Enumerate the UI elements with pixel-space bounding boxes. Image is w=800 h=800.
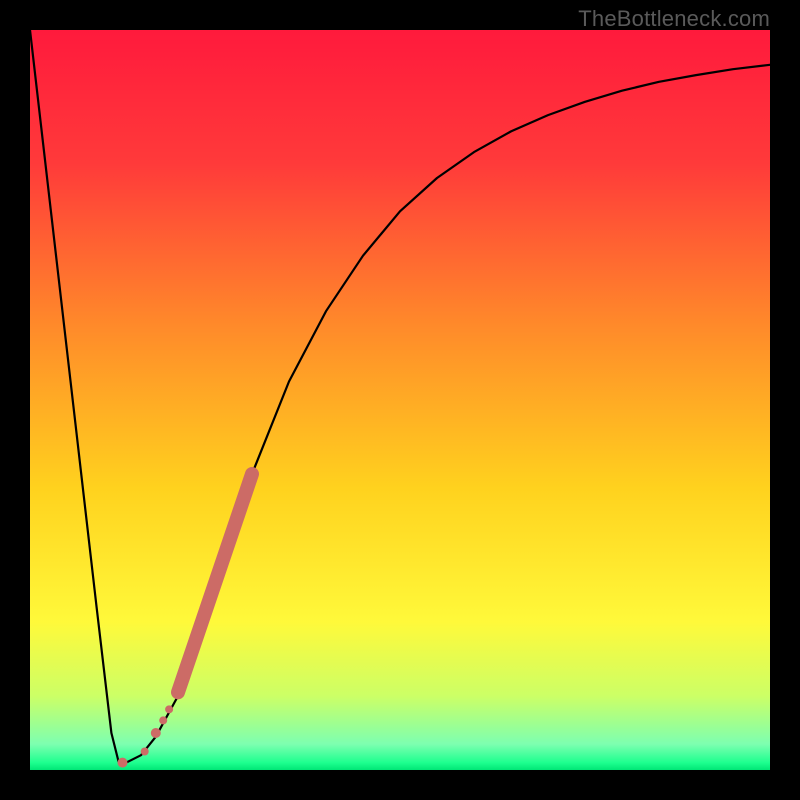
- chart-frame: TheBottleneck.com: [0, 0, 800, 800]
- highlight-band: [178, 474, 252, 692]
- highlight-dot: [159, 716, 167, 724]
- highlight-markers: [118, 474, 253, 768]
- curve-layer: [30, 30, 770, 770]
- highlight-min-dot: [118, 758, 128, 768]
- watermark-text: TheBottleneck.com: [578, 6, 770, 32]
- highlight-dot: [151, 728, 161, 738]
- bottleneck-curve: [30, 30, 770, 763]
- highlight-dot: [165, 705, 173, 713]
- plot-area: [30, 30, 770, 770]
- highlight-dot: [141, 748, 149, 756]
